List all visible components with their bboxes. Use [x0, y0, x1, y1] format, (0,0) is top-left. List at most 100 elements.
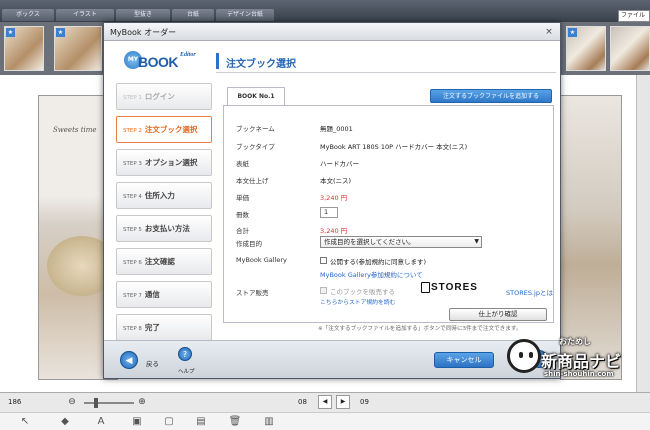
star-icon: ★ [56, 28, 65, 37]
image-icon[interactable]: ▣ [130, 415, 144, 429]
vertical-scrollbar[interactable] [636, 75, 650, 392]
purpose-selected-value: 作成目的を選択してください。 [324, 238, 415, 246]
book-name-value: 無題_0001 [320, 125, 353, 133]
tab-mount[interactable]: 台紙 [172, 9, 214, 21]
step-transmit: STEP 7 通信 [116, 281, 212, 308]
stores-bag-icon [421, 282, 430, 293]
page-title: 注文ブック選択 [226, 59, 296, 70]
mybook-editor-logo: MY BOOK Editor [124, 51, 204, 77]
step-label: 住所入力 [144, 191, 175, 200]
step-confirm: STEP 6 注文確認 [116, 248, 212, 275]
step-label: 完了 [144, 323, 160, 332]
step-label: 注文確認 [144, 257, 175, 266]
mascot-eye [529, 352, 533, 358]
step-address: STEP 4 住所入力 [116, 182, 212, 209]
step-number: STEP 3 [123, 161, 142, 167]
gallery-publish-label: 公開する(参加規約に同意します) [330, 258, 427, 266]
stores-info-link[interactable]: STORES.jpとは [506, 287, 553, 297]
text-icon[interactable]: A [94, 415, 108, 429]
pointer-icon[interactable]: ↖ [18, 415, 32, 429]
cover-value: ハードカバー [320, 160, 359, 168]
zoom-slider[interactable] [84, 398, 134, 408]
cover-label: 表紙 [236, 160, 249, 168]
thumbnail[interactable] [610, 26, 650, 71]
purpose-select[interactable]: 作成目的を選択してください。 ▼ [320, 236, 482, 248]
logo-text: BOOK [138, 54, 179, 70]
total-label: 合計 [236, 227, 249, 235]
book-name-label: ブックネーム [236, 125, 275, 133]
tab-design-mount[interactable]: デザイン台紙 [216, 9, 274, 21]
logo-subtext: Editor [180, 52, 196, 58]
preview-finish-button[interactable]: 仕上がり確認 [449, 308, 547, 321]
heading-accent [216, 53, 219, 69]
step-complete: STEP 8 完了 [116, 314, 212, 341]
step-book-select: STEP 2 注文ブック選択 [116, 116, 212, 143]
step-label: 注文ブック選択 [144, 125, 198, 134]
watermark-title: 新商品ナビ [541, 352, 622, 371]
total-value: 3,240 円 [320, 227, 348, 235]
step-number: STEP 5 [123, 227, 142, 233]
mybook-order-dialog: MyBook オーダー × MY BOOK Editor 注文ブック選択 STE… [103, 22, 561, 379]
step-options: STEP 3 オプション選択 [116, 149, 212, 176]
back-button-label[interactable]: 戻る [146, 358, 159, 368]
tab-cutout[interactable]: 型抜き [116, 9, 170, 21]
tab-box[interactable]: ボックス [2, 9, 54, 21]
help-button-label[interactable]: ヘルプ [178, 367, 195, 375]
watermark-small-text: おためし [559, 337, 591, 346]
step-login: STEP 1 ログイン [116, 83, 212, 110]
zoom-slider-thumb[interactable] [94, 398, 98, 408]
quantity-label: 冊数 [236, 211, 249, 219]
order-note: ※「注文するブックファイルを追加する」ボタンで同時に3件まで注文できます。 [318, 326, 522, 332]
trash-icon[interactable]: 🗑 [228, 415, 242, 429]
tab-book-no1[interactable]: BOOK No.1 [227, 87, 285, 105]
thumbnail[interactable]: ★ [566, 26, 606, 71]
dialog-titlebar[interactable]: MyBook オーダー × [104, 23, 560, 41]
layer-icon[interactable]: ▥ [262, 415, 276, 429]
back-arrow-icon[interactable]: ◀ [120, 351, 138, 369]
finish-value: 本文(ニス) [320, 177, 352, 185]
book-type-value: MyBook ART 180S 10P ハードカバー 本文(ニス) [320, 143, 468, 151]
gradient-icon[interactable]: ▤ [194, 415, 208, 429]
mascot-eye [519, 352, 523, 358]
star-icon: ★ [6, 28, 15, 37]
step-label: お支払い方法 [144, 224, 190, 233]
tab-illust[interactable]: イラスト [56, 9, 114, 21]
quantity-input[interactable]: 1 [320, 207, 338, 218]
step-number: STEP 4 [123, 194, 142, 200]
next-page-button[interactable]: ▶ [336, 395, 350, 409]
unit-price-label: 単価 [236, 194, 249, 202]
order-book-panel: BOOK No.1 注文するブックファイルを追加する ブックネーム 無題_000… [221, 85, 554, 323]
section-header: 注文ブック選択 [216, 51, 556, 73]
step-number: STEP 6 [123, 260, 142, 266]
cancel-button[interactable]: キャンセル [434, 352, 494, 368]
dialog-footer: ◀ 戻る ? ヘルプ キャンセル 次へ ▶ [104, 340, 560, 378]
store-label: ストア販売 [236, 289, 269, 297]
thumbnail[interactable]: ★ [54, 26, 102, 71]
prev-page-button[interactable]: ◀ [318, 395, 332, 409]
gallery-publish-checkbox[interactable] [320, 257, 327, 264]
star-icon: ★ [568, 28, 577, 37]
finish-label: 本文仕上げ [236, 177, 269, 185]
add-book-file-button[interactable]: 注文するブックファイルを追加する [430, 89, 552, 103]
step-number: STEP 7 [123, 293, 142, 299]
zoom-in-icon[interactable]: ⊕ [136, 396, 148, 408]
store-sell-label: このブックを販売する [330, 288, 395, 296]
help-icon[interactable]: ? [178, 347, 192, 361]
unit-price-value: 3,240 円 [320, 194, 348, 202]
page-number-left: 08 [298, 398, 307, 406]
gallery-terms-link[interactable]: MyBook Gallery参加規約について [320, 269, 423, 279]
thumbnail[interactable]: ★ [4, 26, 44, 71]
store-sell-checkbox[interactable] [320, 287, 327, 294]
store-terms-link[interactable]: こちらからストア規約を読む [320, 297, 395, 306]
status-bar: 186 ⊖ ⊕ 08 ◀ ▶ 09 [0, 392, 650, 412]
frame-icon[interactable]: ▢ [162, 415, 176, 429]
shape-icon[interactable]: ◆ [58, 415, 72, 429]
zoom-out-icon[interactable]: ⊖ [66, 396, 78, 408]
close-icon[interactable]: × [542, 26, 556, 38]
page-number-right: 09 [360, 398, 369, 406]
gallery-label: MyBook Gallery [236, 256, 287, 264]
app-top-toolbar: ボックス イラスト 型抜き 台紙 デザイン台紙 ファイルを [0, 0, 650, 29]
purpose-label: 作成目的 [236, 240, 262, 248]
file-size-field[interactable]: ファイルを [618, 10, 650, 29]
step-payment: STEP 5 お支払い方法 [116, 215, 212, 242]
